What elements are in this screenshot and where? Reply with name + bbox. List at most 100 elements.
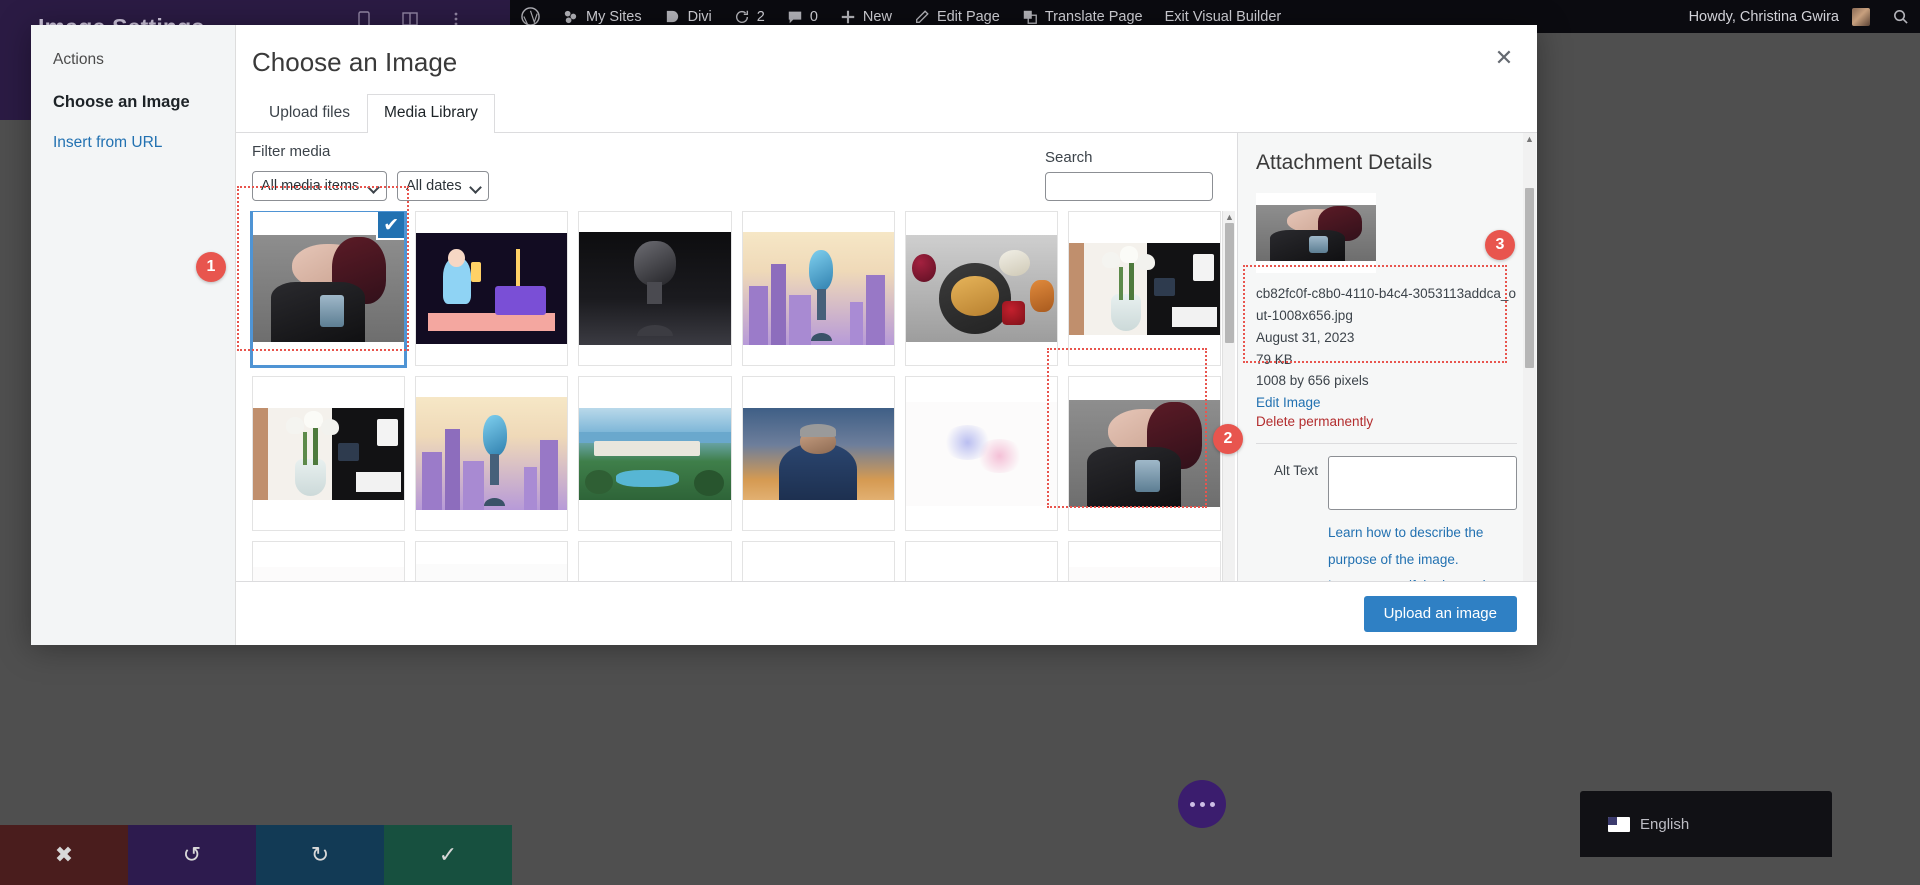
annotation-number-2: 2 — [1213, 424, 1243, 454]
filter-media-label: Filter media — [252, 143, 330, 160]
builder-redo-button[interactable]: ↻ — [256, 825, 384, 885]
attachment-thumbnail[interactable] — [252, 376, 405, 531]
builder-save-button[interactable]: ✓ — [384, 825, 512, 885]
sidebar-item-insert-from-url[interactable]: Insert from URL — [53, 134, 235, 152]
adminbar-translate-page-label: Translate Page — [1045, 9, 1143, 25]
adminbar-updates-count: 2 — [757, 9, 765, 25]
attachment-thumbnail-image — [1069, 377, 1220, 530]
scroll-up-arrow[interactable]: ▲ — [1225, 212, 1234, 222]
attachment-thumbnail-image — [253, 377, 404, 530]
annotation-number-3: 3 — [1485, 230, 1515, 260]
plus-icon — [840, 9, 856, 25]
attachment-thumbnail-image — [1069, 212, 1220, 365]
attachment-preview-thumbnail[interactable] — [1256, 193, 1376, 273]
attachment-thumbnail-selected[interactable]: ✔ — [252, 211, 405, 366]
search-label: Search — [1045, 149, 1213, 166]
divi-builder-fab[interactable] — [1178, 780, 1226, 828]
attachment-date: August 31, 2023 — [1256, 327, 1517, 349]
language-switcher[interactable]: English — [1580, 791, 1832, 857]
search-input[interactable] — [1045, 172, 1213, 201]
modal-body: Filter media All media items All dates — [236, 133, 1537, 645]
tab-media-library[interactable]: Media Library — [367, 94, 495, 133]
alt-text-label: Alt Text — [1256, 456, 1318, 478]
sidebar-item-choose-an-image[interactable]: Choose an Image — [53, 93, 235, 112]
date-select[interactable]: All dates — [397, 171, 489, 201]
pencil-icon — [914, 9, 930, 25]
us-flag-icon — [1608, 817, 1630, 832]
adminbar-new-label: New — [863, 9, 892, 25]
upload-an-image-button[interactable]: Upload an image — [1364, 596, 1517, 632]
alt-text-row: Alt Text — [1256, 456, 1517, 510]
builder-cancel-button[interactable]: ✖ — [0, 825, 128, 885]
media-library-modal: Actions Choose an Image Insert from URL … — [31, 25, 1537, 645]
modal-title: Choose an Image — [236, 25, 1537, 78]
details-scroll-up-arrow[interactable]: ▲ — [1525, 134, 1534, 144]
attachment-filename: cb82fc0f-c8b0-4110-b4c4-3053113addca_out… — [1256, 283, 1517, 327]
builder-toolbar: ✖ ↺ ↻ ✓ — [0, 825, 512, 885]
modal-main: Choose an Image ✕ Upload files Media Lib… — [236, 25, 1537, 645]
attachment-thumbnail[interactable] — [905, 211, 1058, 366]
attachment-filesize: 79 KB — [1256, 349, 1517, 371]
attachment-thumbnail[interactable] — [578, 211, 731, 366]
attachment-thumbnail-image — [579, 377, 730, 530]
modal-tabs: Upload files Media Library — [236, 94, 1537, 133]
fab-dot — [1210, 802, 1215, 807]
comment-icon — [787, 9, 803, 25]
details-scrollbar[interactable]: ▲ ▼ — [1523, 133, 1536, 645]
edit-image-link[interactable]: Edit Image — [1256, 395, 1517, 410]
attachment-thumbnail[interactable] — [1068, 376, 1221, 531]
adminbar-divi-label: Divi — [688, 9, 712, 25]
adminbar-howdy-label: Howdy, Christina Gwira — [1689, 9, 1839, 25]
adminbar-comments-count: 0 — [810, 9, 818, 25]
translate-icon — [1022, 9, 1038, 25]
attachment-thumbnail[interactable] — [742, 376, 895, 531]
annotation-number-1: 1 — [196, 252, 226, 282]
attachment-thumbnail[interactable] — [1068, 211, 1221, 366]
attachment-thumbnail[interactable] — [742, 211, 895, 366]
fab-dot — [1190, 802, 1195, 807]
attachment-dimensions: 1008 by 656 pixels — [1256, 370, 1517, 392]
attachment-thumbnail[interactable] — [578, 376, 731, 531]
alt-text-field[interactable] — [1328, 456, 1517, 510]
adminbar-edit-page-label: Edit Page — [937, 9, 1000, 25]
grid-scrollbar-thumb[interactable] — [1225, 223, 1234, 343]
modal-sidebar: Actions Choose an Image Insert from URL — [31, 25, 236, 645]
attachment-details-title: Attachment Details — [1256, 151, 1517, 175]
attachment-details-panel: Attachment Details cb82fc0f-c8b0-4110-b4… — [1237, 133, 1537, 645]
check-icon[interactable]: ✔ — [376, 211, 405, 240]
attachment-thumbnail-image — [416, 377, 567, 530]
attachment-thumbnail-image — [416, 212, 567, 365]
divi-icon — [664, 8, 681, 25]
date-select-wrap: All dates — [397, 171, 489, 201]
attachment-thumbnail[interactable] — [415, 211, 568, 366]
delete-permanently-link[interactable]: Delete permanently — [1256, 414, 1517, 429]
attachment-thumbnail-image — [906, 212, 1057, 365]
attachments-column: Filter media All media items All dates — [236, 133, 1237, 645]
fab-dot — [1200, 802, 1205, 807]
attachments-grid: ✔ — [252, 211, 1221, 645]
filter-bar: Filter media All media items All dates — [236, 133, 1237, 211]
details-scrollbar-thumb[interactable] — [1525, 188, 1534, 368]
media-type-select[interactable]: All media items — [252, 171, 387, 201]
filter-controls: All media items All dates — [252, 171, 489, 201]
adminbar-search[interactable] — [1881, 0, 1920, 33]
close-icon[interactable]: ✕ — [1489, 43, 1519, 73]
attachment-thumbnail[interactable] — [905, 376, 1058, 531]
attachment-thumbnail-image — [743, 212, 894, 365]
search-icon — [1892, 8, 1909, 25]
builder-undo-button[interactable]: ↺ — [128, 825, 256, 885]
adminbar-account[interactable]: Howdy, Christina Gwira — [1678, 0, 1881, 33]
updates-icon — [734, 9, 750, 25]
adminbar-exit-label: Exit Visual Builder — [1165, 9, 1282, 25]
attachment-thumbnail[interactable] — [415, 376, 568, 531]
attachments-grid-scroll: ✔ — [236, 211, 1237, 645]
language-label: English — [1640, 816, 1689, 833]
search-block: Search — [1045, 149, 1213, 201]
modal-footer: Upload an image — [236, 581, 1537, 645]
tab-upload-files[interactable]: Upload files — [252, 94, 367, 133]
sidebar-heading: Actions — [53, 51, 235, 69]
sites-icon — [562, 8, 579, 25]
details-divider — [1256, 443, 1517, 444]
adminbar-my-sites-label: My Sites — [586, 9, 642, 25]
attachment-thumbnail-image — [579, 212, 730, 365]
